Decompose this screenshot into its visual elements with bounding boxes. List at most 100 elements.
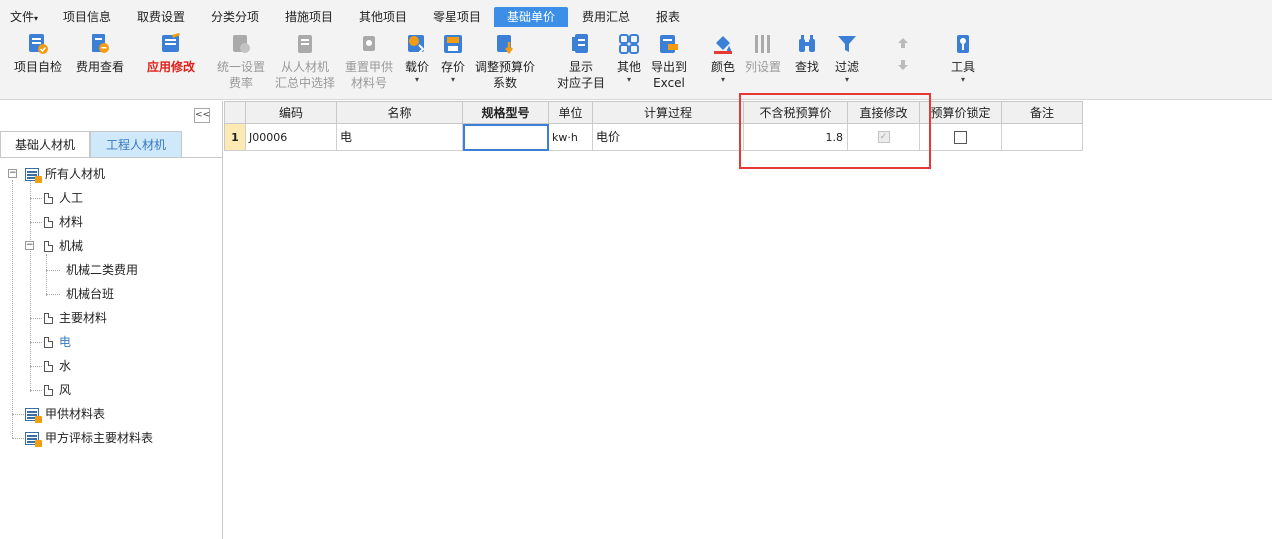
tree-line: [12, 438, 24, 439]
paint-bucket-icon: [712, 33, 734, 55]
doc-view-icon: [89, 33, 111, 55]
excel-icon: [658, 33, 680, 55]
menu-reports[interactable]: 报表: [648, 7, 688, 27]
tree-line: [46, 294, 60, 295]
document-icon: [44, 336, 53, 348]
other-button[interactable]: 其他 ▾: [614, 33, 644, 95]
project-check-button[interactable]: 项目自检: [10, 33, 66, 95]
tree-line: [46, 270, 60, 271]
cell-name[interactable]: 电: [337, 124, 463, 151]
columns-icon: [752, 33, 774, 55]
color-button[interactable]: 颜色 ▾: [706, 33, 740, 95]
menu-fee-settings[interactable]: 取费设置: [130, 7, 192, 27]
tools-icon: [952, 33, 974, 55]
tree-line: [30, 342, 42, 343]
ribbon-toolbar: 项目自检 费用查看 应用修改 统一设置 费率 从人材机 汇总中选择 重置甲供 材…: [0, 28, 1272, 100]
category-tree: − 所有人材机 人工 材料 − 机械 机械二类费用 机械台班 主要材料 电 水 …: [0, 157, 222, 539]
document-icon: [44, 216, 53, 228]
adjust-coefficient-button[interactable]: 调整预算价 系数: [472, 33, 538, 95]
tree-item-main-materials[interactable]: 主要材料: [44, 309, 107, 327]
tree-item-machinery-class2[interactable]: 机械二类费用: [62, 261, 138, 279]
table-icon: [25, 407, 42, 423]
tab-project-materials[interactable]: 工程人材机: [90, 131, 182, 157]
table-icon: [25, 167, 42, 183]
menu-bar: 文件▾ 项目信息 取费设置 分类分项 措施项目 其他项目 零星项目 基础单价 费…: [0, 0, 1272, 28]
menu-file[interactable]: 文件▾: [6, 7, 42, 27]
tree-item-machinery[interactable]: 机械: [44, 237, 83, 255]
cell-row-number: 1: [224, 124, 246, 151]
collapse-toggle-machinery[interactable]: −: [25, 241, 34, 250]
tree-item-owner-bid-materials-table[interactable]: 甲方评标主要材料表: [25, 429, 153, 447]
header-name[interactable]: 名称: [337, 101, 463, 124]
unify-rate-button[interactable]: 统一设置 费率: [212, 33, 270, 95]
check-list-icon: [27, 33, 49, 55]
move-up-down-button[interactable]: [888, 33, 918, 95]
left-panel: << 基础人材机 工程人材机 − 所有人材机 人工 材料 − 机械 机械二类费用…: [0, 101, 223, 539]
menu-category-items[interactable]: 分类分项: [204, 7, 266, 27]
document-icon: [44, 360, 53, 372]
table-icon: [25, 431, 42, 447]
save-price-button[interactable]: 存价 ▾: [438, 33, 468, 95]
menu-sporadic-items[interactable]: 零星项目: [426, 7, 488, 27]
select-summary-icon: [294, 33, 316, 55]
document-icon: [44, 240, 53, 252]
fee-view-button[interactable]: 费用查看: [72, 33, 128, 95]
document-icon: [44, 312, 53, 324]
tree-item-labor[interactable]: 人工: [44, 189, 83, 207]
collapse-panel-button[interactable]: <<: [194, 108, 210, 123]
tree-item-electricity[interactable]: 电: [44, 333, 71, 351]
filter-icon: [836, 33, 858, 55]
tree-line: [12, 414, 24, 415]
load-price-button[interactable]: 载价 ▾: [402, 33, 432, 95]
tree-line: [30, 222, 42, 223]
tree-item-water[interactable]: 水: [44, 357, 71, 375]
filter-button[interactable]: 过滤 ▾: [830, 33, 864, 95]
document-icon: [44, 384, 53, 396]
apply-changes-button[interactable]: 应用修改: [142, 33, 200, 95]
tree-item-machinery-shift[interactable]: 机械台班: [62, 285, 114, 303]
cell-code[interactable]: J00006: [246, 124, 337, 151]
column-settings-button[interactable]: 列设置: [742, 33, 784, 95]
document-icon: [44, 192, 53, 204]
tree-line: [30, 198, 42, 199]
tab-base-materials[interactable]: 基础人材机: [0, 131, 90, 157]
load-price-icon: [406, 33, 428, 55]
show-sub-items-button[interactable]: 显示 对应子目: [552, 33, 610, 95]
rate-icon: [230, 33, 252, 55]
highlight-annotation-box: [739, 93, 931, 169]
menu-other-items[interactable]: 其他项目: [352, 7, 414, 27]
tree-item-owner-supplied-table[interactable]: 甲供材料表: [25, 405, 105, 423]
header-calc-process[interactable]: 计算过程: [593, 101, 744, 124]
cell-price-lock: [920, 124, 1002, 151]
reset-supply-number-button[interactable]: 重置甲供 材料号: [340, 33, 398, 95]
menu-base-unit-price[interactable]: 基础单价: [494, 7, 568, 27]
tree-line: [12, 180, 13, 438]
header-price-lock[interactable]: 预算价锁定: [920, 101, 1002, 124]
cell-calc-process[interactable]: 电价: [593, 124, 744, 151]
export-excel-button[interactable]: 导出到 Excel: [648, 33, 690, 95]
show-sub-icon: [570, 33, 592, 55]
tree-line: [30, 390, 42, 391]
tree-item-materials[interactable]: 材料: [44, 213, 83, 231]
header-code[interactable]: 编码: [246, 101, 337, 124]
find-button[interactable]: 查找: [790, 33, 824, 95]
grid-icon: [618, 33, 640, 55]
menu-measures[interactable]: 措施项目: [278, 7, 340, 27]
cell-spec[interactable]: [463, 124, 549, 151]
header-remark[interactable]: 备注: [1002, 101, 1083, 124]
header-spec[interactable]: 规格型号: [463, 101, 549, 124]
price-lock-checkbox[interactable]: [954, 130, 967, 144]
cell-unit[interactable]: kw·h: [549, 124, 593, 151]
menu-project-info[interactable]: 项目信息: [56, 7, 118, 27]
select-from-summary-button[interactable]: 从人材机 汇总中选择: [272, 33, 338, 95]
tree-item-wind[interactable]: 风: [44, 381, 71, 399]
tree-item-all-materials[interactable]: 所有人材机: [25, 165, 105, 183]
header-row-number: [224, 101, 246, 124]
collapse-toggle-all[interactable]: −: [8, 169, 17, 178]
header-unit[interactable]: 单位: [549, 101, 593, 124]
menu-fee-summary[interactable]: 费用汇总: [576, 7, 636, 27]
tools-button[interactable]: 工具 ▾: [946, 33, 980, 95]
move-up-down-icon: [892, 33, 914, 73]
cell-remark[interactable]: [1002, 124, 1083, 151]
binoculars-icon: [796, 33, 818, 55]
